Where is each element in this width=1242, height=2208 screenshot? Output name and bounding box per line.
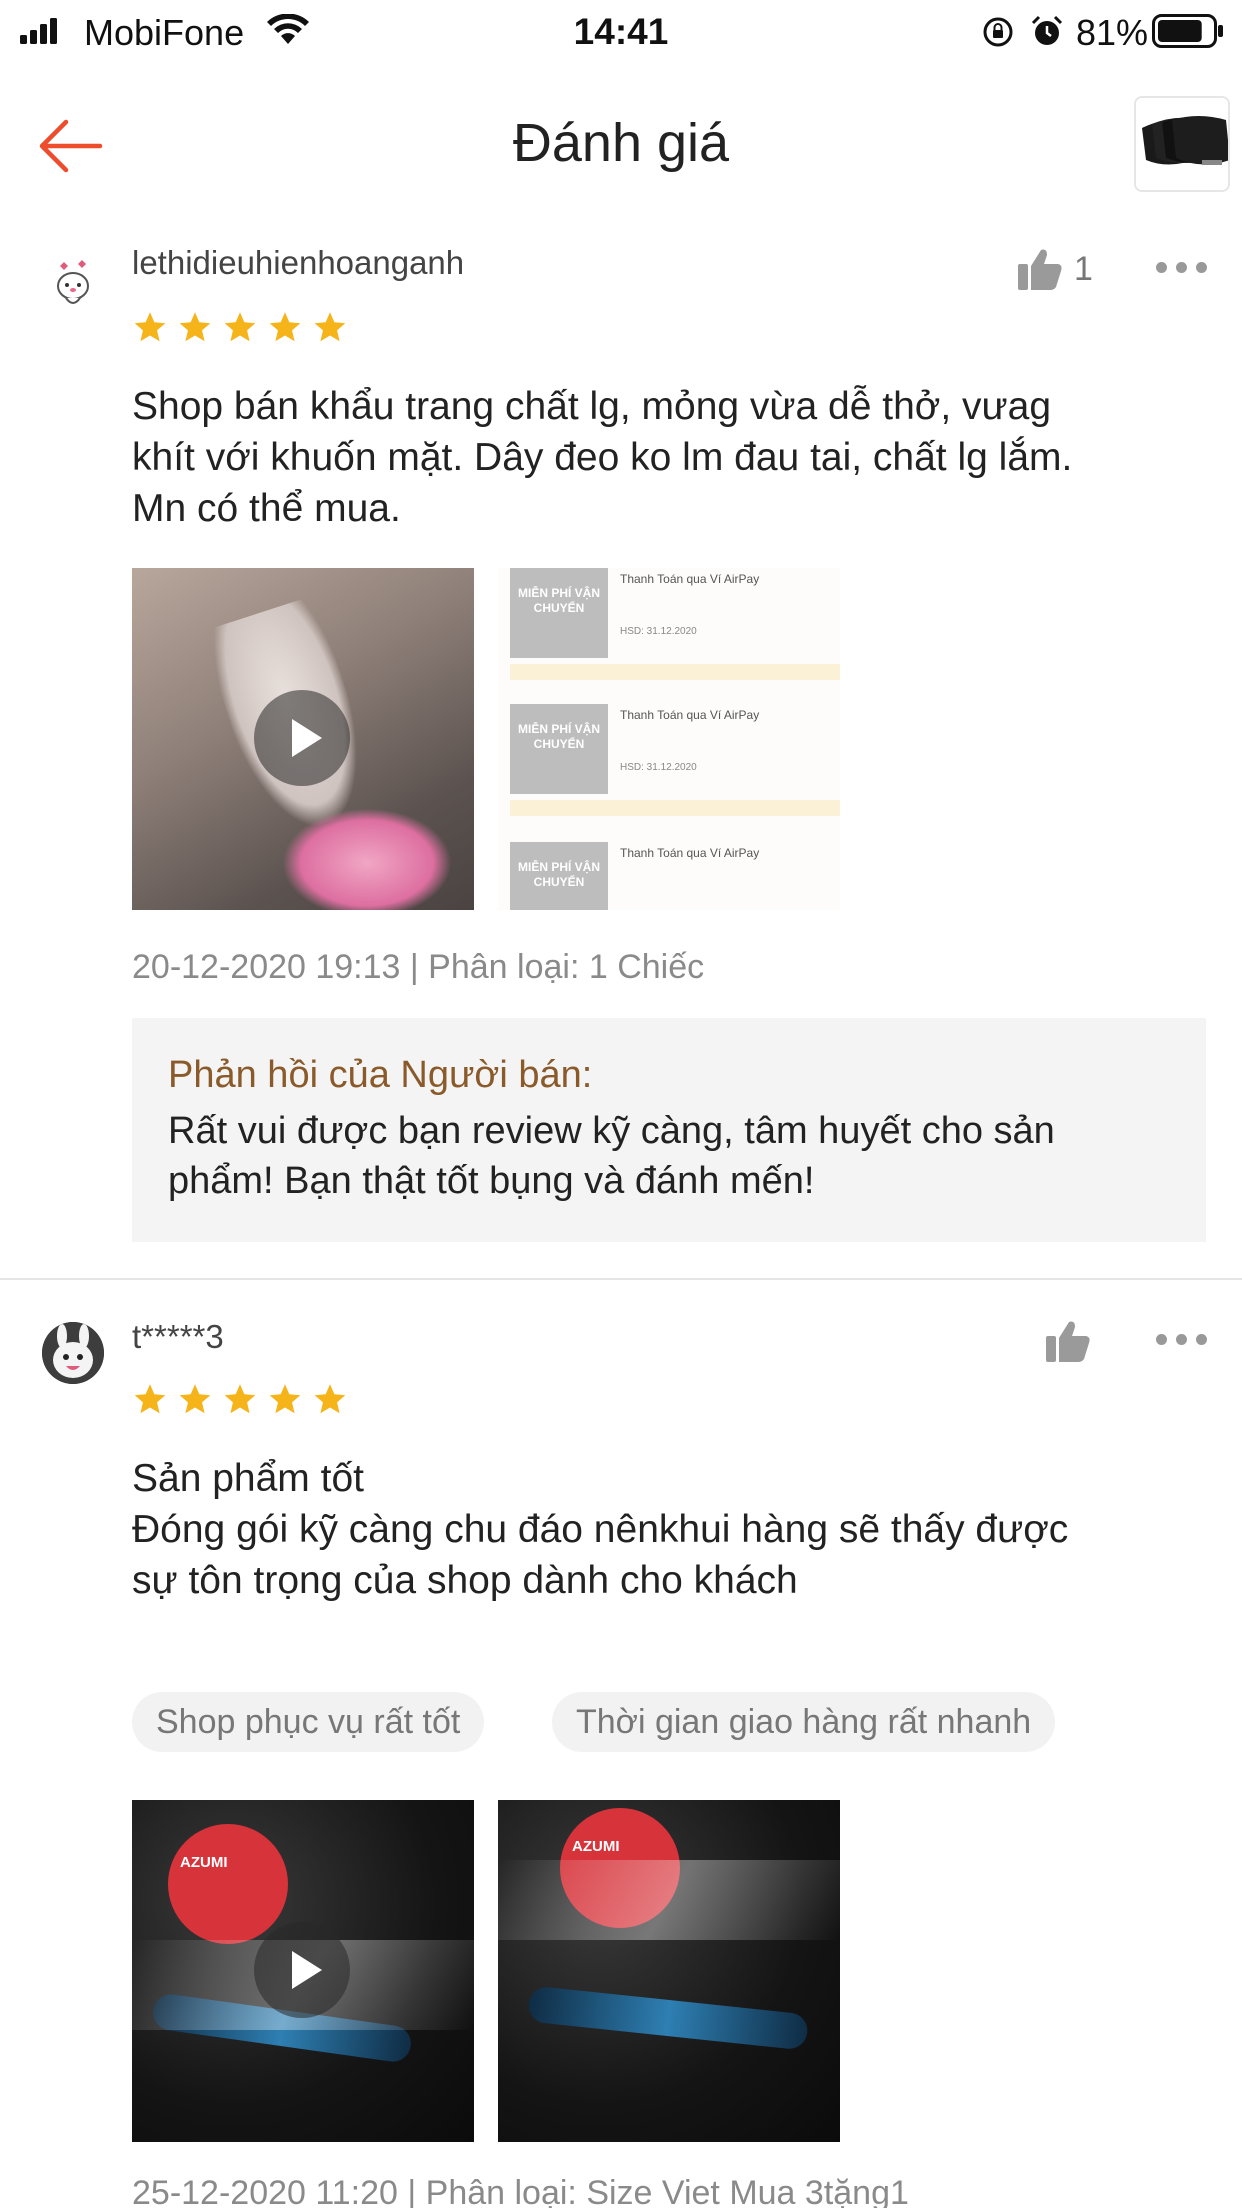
review-video[interactable]: AZUMI <box>132 1800 474 2142</box>
review-image[interactable]: AZUMI <box>498 1800 840 2142</box>
thumbs-up-icon <box>1018 249 1062 290</box>
like-count: 1 <box>1074 250 1093 288</box>
avatar[interactable] <box>42 252 104 314</box>
review-item: lethidieuhienhoanganh 1 Shop bán khẩu tr… <box>0 226 1242 1278</box>
review-meta: 20-12-2020 19:13 | Phân loại: 1 Chiếc <box>132 948 705 986</box>
star-icon <box>314 1384 346 1414</box>
star-icon <box>314 312 346 342</box>
review-item: t*****3 Sản phẩm tốt Đóng gói kỹ càng ch… <box>0 1280 1242 2208</box>
header: Đánh giá <box>0 62 1242 226</box>
username[interactable]: lethidieuhienhoanganh <box>132 244 464 282</box>
battery-icon <box>1152 14 1223 48</box>
page-title: Đánh giá <box>512 113 730 173</box>
star-icon <box>134 1384 166 1414</box>
star-icon <box>269 1384 301 1414</box>
thumbs-up-icon <box>1046 1321 1090 1362</box>
like-button[interactable] <box>1044 1318 1092 1364</box>
star-icon <box>224 312 256 342</box>
star-icon <box>134 312 166 342</box>
review-text: Shop bán khẩu trang chất lg, mỏng vừa dễ… <box>132 385 1073 530</box>
product-thumbnail[interactable] <box>1134 96 1230 192</box>
play-icon <box>254 1922 350 2018</box>
orientation-lock-icon <box>983 17 1013 47</box>
review-tag: Thời gian giao hàng rất nhanh <box>552 1692 1056 1752</box>
mask-product-image <box>1136 98 1228 190</box>
seller-reply-label: Phản hồi của Người bán: <box>168 1054 593 1096</box>
review-video[interactable] <box>132 568 474 910</box>
alarm-icon <box>1031 15 1063 45</box>
bunny-avatar-icon <box>42 1322 104 1384</box>
avatar[interactable] <box>42 1322 104 1384</box>
username[interactable]: t*****3 <box>132 1318 224 1356</box>
seller-reply: Phản hồi của Người bán: Rất vui được bạn… <box>132 1018 1206 1242</box>
review-meta: 25-12-2020 11:20 | Phân loại: Size Viet … <box>132 2174 909 2208</box>
review-image[interactable]: MIỄN PHÍ VẬN CHUYỂN Thanh Toán qua Ví Ai… <box>498 568 840 910</box>
star-icon <box>179 1384 211 1414</box>
play-icon <box>254 690 350 786</box>
star-icon <box>224 1384 256 1414</box>
star-rating <box>132 310 348 348</box>
seller-reply-text: Rất vui được bạn review kỹ càng, tâm huy… <box>168 1110 1055 1202</box>
star-icon <box>179 312 211 342</box>
star-icon <box>269 312 301 342</box>
cartoon-avatar-icon <box>42 252 104 314</box>
like-button[interactable] <box>1016 246 1064 292</box>
review-text: Sản phẩm tốt Đóng gói kỹ càng chu đáo nê… <box>132 1457 1069 1602</box>
status-bar: MobiFone 14:41 81% <box>0 0 1242 62</box>
star-rating <box>132 1382 348 1420</box>
more-options-button[interactable] <box>1156 260 1208 276</box>
review-tag: Shop phục vụ rất tốt <box>132 1692 485 1752</box>
battery-percent: 81% <box>1076 12 1149 53</box>
more-options-button[interactable] <box>1156 1332 1208 1348</box>
